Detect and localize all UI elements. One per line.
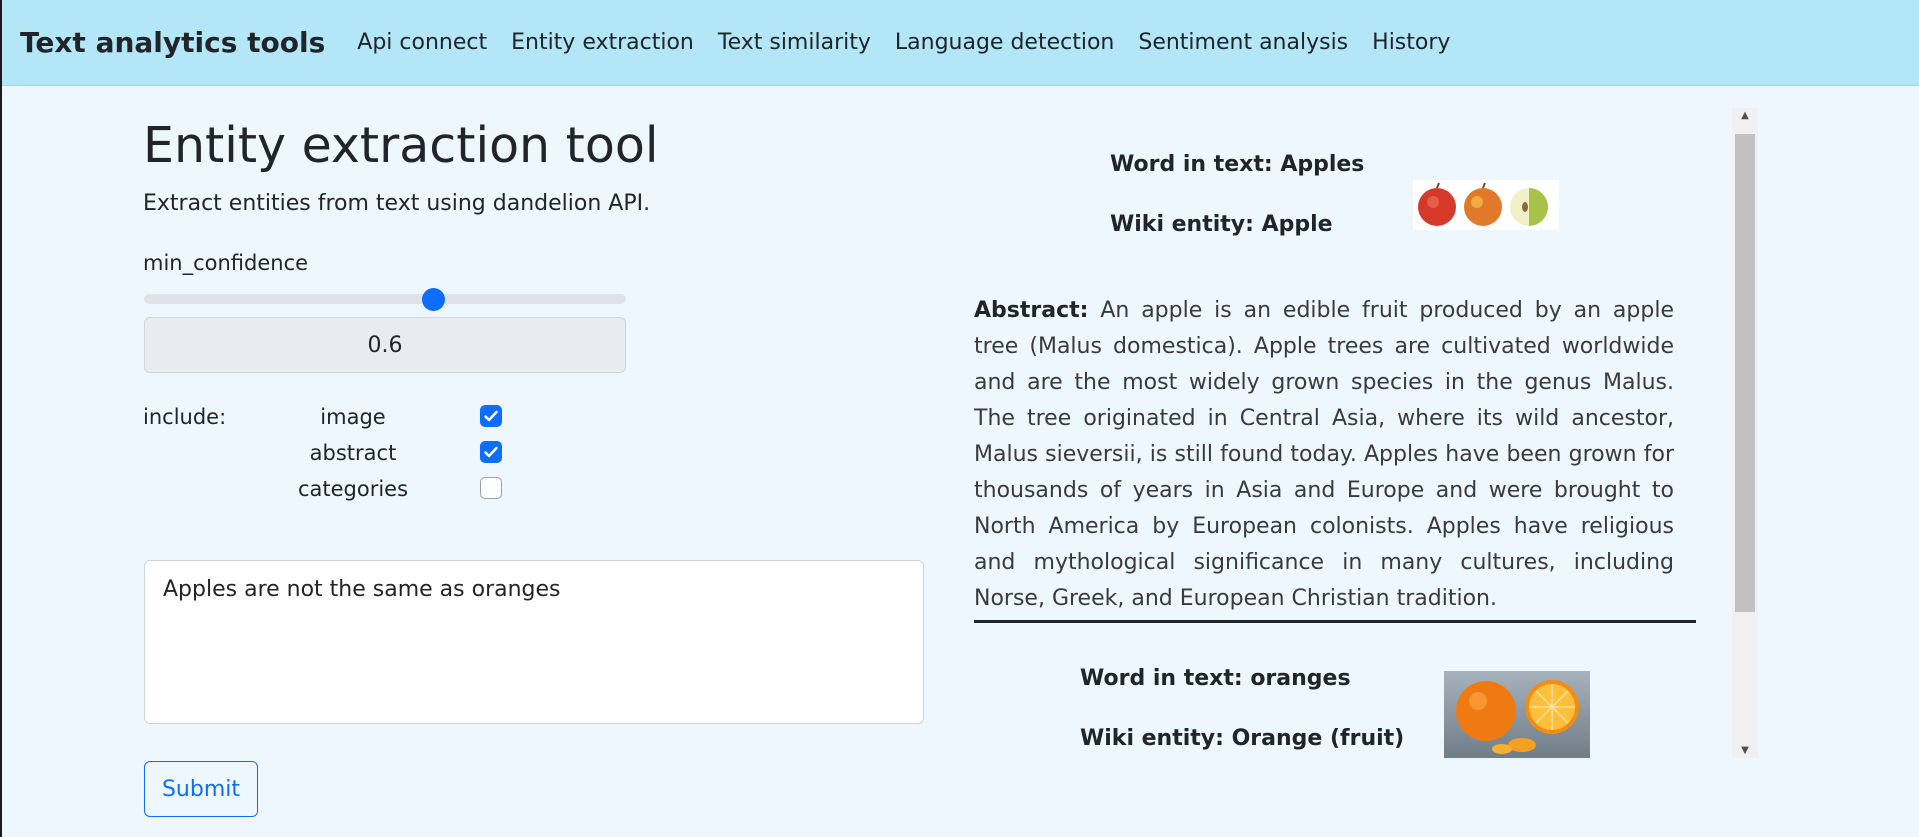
option-categories-label: categories — [297, 477, 409, 501]
entity-word: Word in text: Apples — [1110, 152, 1365, 177]
nav-links: Api connect Entity extraction Text simil… — [345, 30, 1462, 55]
result-divider — [974, 620, 1696, 623]
abstract-label: Abstract: — [974, 298, 1089, 323]
nav-link-history[interactable]: History — [1372, 30, 1450, 55]
scroll-down-icon[interactable]: ▼ — [1732, 745, 1758, 756]
option-categories-checkbox[interactable] — [480, 477, 502, 499]
nav-link-entity-extraction[interactable]: Entity extraction — [511, 30, 694, 55]
nav-link-language-detection[interactable]: Language detection — [895, 30, 1114, 55]
nav-link-text-similarity[interactable]: Text similarity — [718, 30, 871, 55]
entity-wiki: Wiki entity: Apple — [1110, 212, 1333, 237]
nav-link-sentiment-analysis[interactable]: Sentiment analysis — [1138, 30, 1348, 55]
entity-abstract: Abstract: An apple is an edible fruit pr… — [974, 293, 1674, 617]
page-title: Entity extraction tool — [143, 117, 659, 174]
min-confidence-slider-thumb[interactable] — [421, 288, 445, 311]
option-image-checkbox[interactable] — [480, 405, 502, 427]
min-confidence-label: min_confidence — [143, 251, 309, 275]
option-abstract-checkbox[interactable] — [480, 441, 502, 463]
navbar-brand[interactable]: Text analytics tools — [20, 26, 325, 59]
option-abstract-label: abstract — [309, 441, 397, 465]
check-icon — [484, 410, 498, 422]
results-panel: Word in text: Apples Wiki entity: Apple … — [972, 108, 1758, 758]
submit-button[interactable]: Submit — [144, 761, 258, 817]
scroll-up-icon[interactable]: ▲ — [1732, 110, 1758, 121]
check-icon — [484, 446, 498, 458]
text-input[interactable]: Apples are not the same as oranges — [144, 560, 924, 724]
scroll-thumb[interactable] — [1735, 134, 1755, 612]
nav-link-api-connect[interactable]: Api connect — [357, 30, 487, 55]
include-label: include: — [143, 405, 227, 429]
apple-image — [1413, 180, 1559, 234]
results-scrollbar[interactable]: ▲ ▼ — [1732, 108, 1758, 758]
navbar: Text analytics tools Api connect Entity … — [2, 0, 1919, 86]
entity-wiki-2: Wiki entity: Orange (fruit) — [1080, 726, 1405, 751]
abstract-text: An apple is an edible fruit produced by … — [974, 298, 1674, 611]
orange-image — [1444, 671, 1590, 758]
min-confidence-value: 0.6 — [144, 317, 626, 373]
option-image-label: image — [320, 405, 386, 429]
page-subtitle: Extract entities from text using dandeli… — [143, 191, 651, 216]
entity-word-2: Word in text: oranges — [1080, 666, 1351, 691]
min-confidence-slider-track[interactable] — [144, 294, 626, 304]
